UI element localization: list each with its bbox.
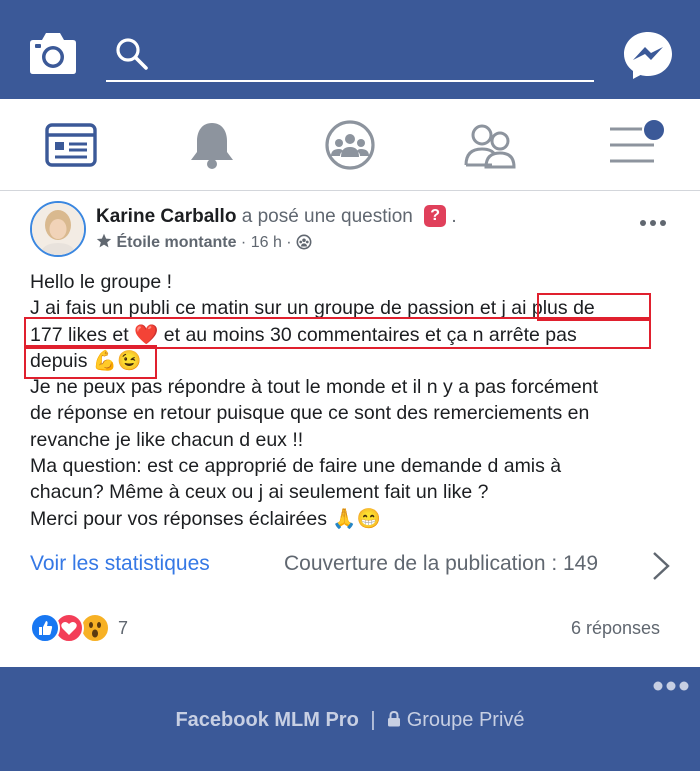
group-footer: Facebook MLM Pro | Groupe Privé <box>0 667 700 771</box>
group-privacy: Groupe Privé <box>406 709 525 731</box>
group-privacy-icon <box>296 234 312 251</box>
post-text-line: Hello le groupe ! <box>30 271 173 293</box>
avatar[interactable] <box>30 201 86 257</box>
question-icon: ? <box>424 205 447 227</box>
reaction-count[interactable]: 7 <box>118 618 128 639</box>
replies-count[interactable]: 6 réponses <box>571 618 660 639</box>
post-text-line: revanche je like chacun d eux !! <box>30 428 304 451</box>
top-bar <box>0 0 700 99</box>
post-text-line: 177 likes et ❤️ et au moins 30 commentai… <box>30 323 577 346</box>
post-text-line: Je ne peux pas répondre à tout le monde … <box>30 376 599 399</box>
post-text-line: de réponse en retour puisque que ce sont… <box>30 402 590 425</box>
wow-reaction-icon <box>80 613 110 643</box>
view-stats-link[interactable]: Voir les statistiques <box>30 552 210 576</box>
post-text-line: depuis 💪😉 <box>30 349 142 372</box>
post-time[interactable]: · 16 h · <box>241 234 292 251</box>
group-name[interactable]: Facebook MLM Pro <box>175 709 358 731</box>
bell-icon[interactable] <box>184 119 240 171</box>
post-body: Hello le groupe ! J ai fais un publi ce … <box>30 269 680 532</box>
post-text-line: chacun? Même à ceux ou j ai seulement fa… <box>30 481 489 504</box>
post-coverage: Couverture de la publication : 149 <box>284 552 599 575</box>
chevron-right-icon[interactable] <box>650 549 672 583</box>
author-line: Karine Carballo a posé une question ? . <box>96 205 457 228</box>
post-text-line: Merci pour vos réponses éclairées 🙏😁 <box>30 507 381 530</box>
search-bar[interactable] <box>106 30 594 82</box>
news-feed-icon[interactable] <box>44 119 100 171</box>
star-badge-icon <box>96 233 116 251</box>
post-action-suffix: . <box>451 206 457 227</box>
more-options-icon[interactable] <box>638 213 668 233</box>
lock-icon <box>387 709 407 731</box>
group-info: Facebook MLM Pro | Groupe Privé <box>0 709 700 732</box>
post-action: a posé une question <box>241 206 413 227</box>
separator: | <box>370 709 376 731</box>
member-badge-label: Étoile montante <box>116 234 237 251</box>
messenger-icon[interactable] <box>622 30 674 80</box>
search-icon <box>114 36 150 72</box>
post-text-line: Ma question: est ce approprié de faire u… <box>30 455 562 478</box>
groups-icon[interactable] <box>322 119 378 171</box>
more-options-icon[interactable] <box>652 679 690 691</box>
post-meta: Étoile montante · 16 h · <box>96 233 312 252</box>
author-name[interactable]: Karine Carballo <box>96 206 236 227</box>
like-reaction-icon <box>30 613 60 643</box>
post-text-line: J ai fais un publi ce matin sur un group… <box>30 297 595 320</box>
friends-icon[interactable] <box>462 119 518 171</box>
notification-dot <box>642 118 666 142</box>
nav-bar <box>0 99 700 191</box>
post-card: Karine Carballo a posé une question ? . … <box>0 191 700 667</box>
camera-icon[interactable] <box>28 30 78 76</box>
search-input[interactable] <box>162 36 586 74</box>
